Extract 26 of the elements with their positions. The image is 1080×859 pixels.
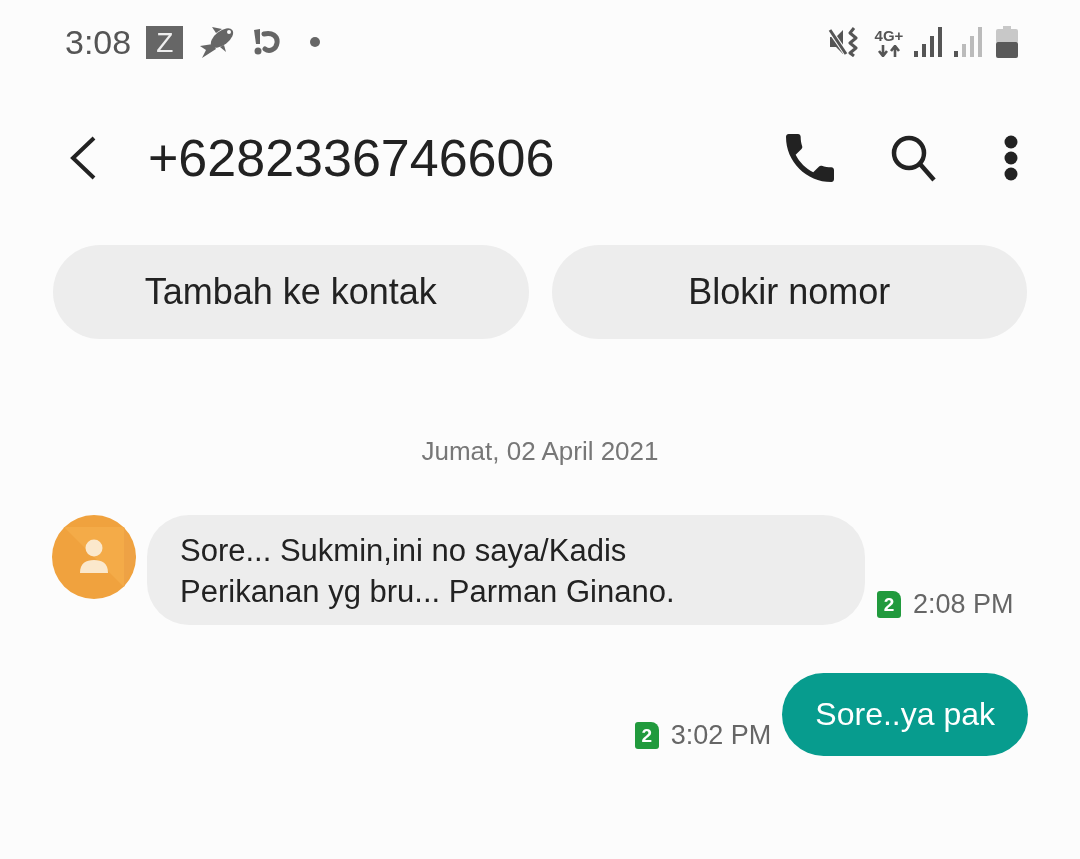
message-time: 2:08 PM (913, 588, 1014, 620)
battery-icon (996, 26, 1018, 58)
received-message: Sore... Sukmin,ini no saya/Kadis Perikanan yg bru... Parman Ginano. (147, 515, 865, 625)
data-arrows-icon (877, 44, 901, 57)
exclamation-hook-icon (252, 28, 281, 56)
sim-indicator: 2 (634, 721, 659, 749)
date-separator: Jumat, 02 April 2021 (421, 436, 659, 466)
search-icon[interactable] (890, 134, 936, 182)
dot-icon (310, 37, 321, 47)
action-button[interactable]: Blokir nomor (551, 245, 1027, 339)
message-time: 3:02 PM (670, 719, 772, 751)
signal-icon (954, 27, 984, 57)
network-type-label: 4G+ (874, 27, 904, 44)
status-time: 3:08 (65, 25, 132, 59)
phone-number-title: +6282336746606 (148, 132, 555, 184)
more-options-icon[interactable] (1004, 135, 1018, 181)
signal-icon (914, 27, 944, 57)
fish-icon (199, 25, 236, 59)
sim-indicator: 2 (877, 590, 901, 618)
call-icon[interactable] (786, 134, 834, 182)
app-notification-icon: Z (146, 25, 184, 59)
mute-vibrate-icon (828, 27, 860, 57)
back-icon[interactable] (68, 136, 98, 180)
avatar-icon (52, 515, 136, 599)
sent-message: Sore..ya pak (782, 673, 1028, 756)
action-button[interactable]: Tambah ke kontak (53, 245, 529, 339)
